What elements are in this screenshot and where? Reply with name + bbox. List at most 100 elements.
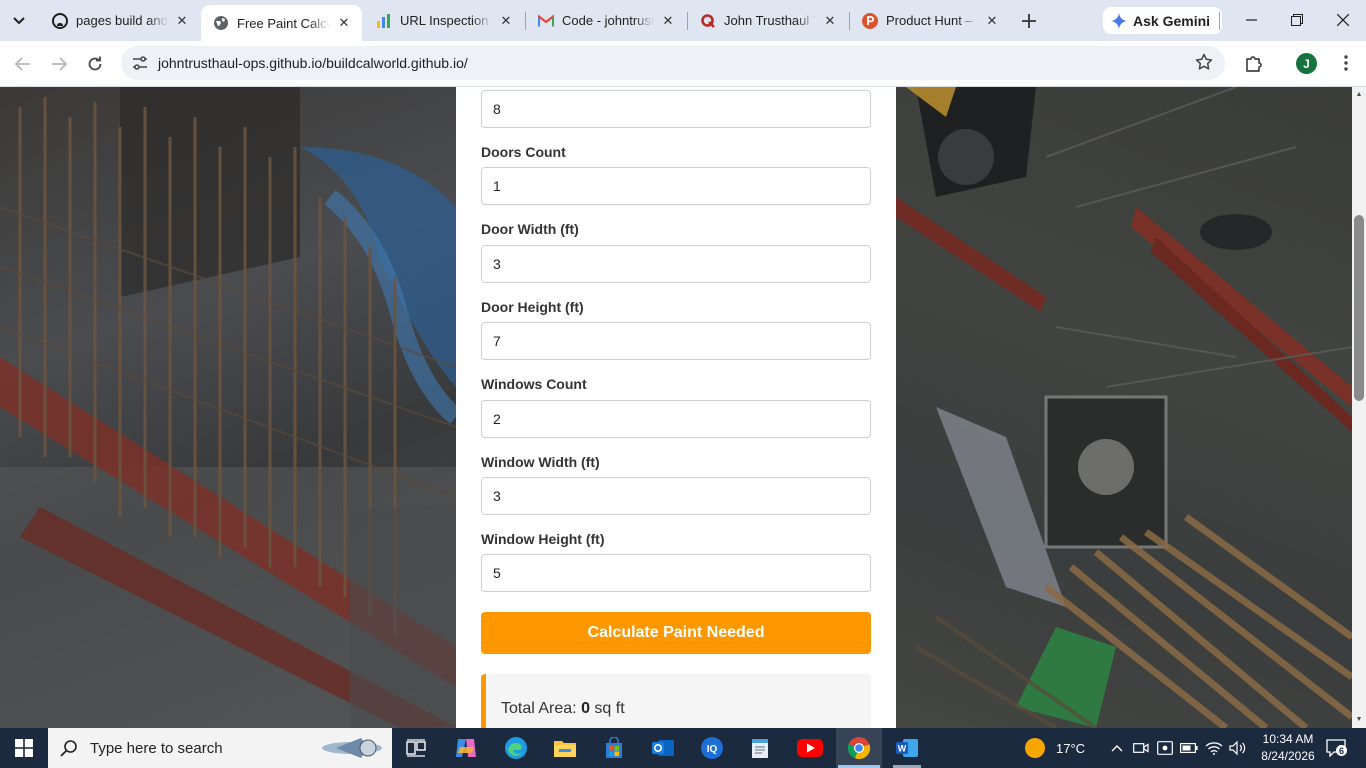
tab-product-hunt[interactable]: Product Hunt – T ✕	[850, 6, 1010, 35]
close-icon[interactable]: ✕	[174, 13, 190, 29]
door-width-label: Door Width (ft)	[481, 221, 579, 237]
word-icon[interactable]: W	[893, 734, 921, 762]
tab-strip: pages build and d ✕ Free Paint Calcula ✕…	[0, 0, 1366, 41]
svg-text:W: W	[898, 744, 907, 754]
task-view-icon[interactable]	[402, 734, 430, 762]
browser-menu-button[interactable]	[1336, 51, 1356, 75]
site-info-button[interactable]	[125, 48, 155, 78]
battery-icon[interactable]	[1180, 728, 1198, 768]
iq-app-icon[interactable]: IQ	[698, 734, 726, 762]
tab-quora[interactable]: John Trusthaul Tr ✕	[688, 6, 848, 35]
notification-count-badge: 6	[1336, 745, 1347, 756]
windows-count-input[interactable]: 2	[481, 400, 871, 438]
clock-time: 10:34 AM	[1262, 732, 1314, 746]
back-button[interactable]	[8, 49, 38, 79]
previous-field-input[interactable]: 8	[481, 90, 871, 128]
search-console-icon	[376, 13, 392, 29]
youtube-icon[interactable]	[796, 734, 824, 762]
outlook-icon[interactable]	[649, 734, 677, 762]
ask-gemini-button[interactable]: Ask Gemini	[1103, 7, 1223, 34]
tab-pages-build[interactable]: pages build and d ✕	[40, 6, 200, 35]
system-clock[interactable]: 10:34 AM 8/24/2026	[1252, 731, 1324, 765]
weather-temperature: 17°C	[1056, 740, 1086, 756]
reload-button[interactable]	[80, 49, 110, 79]
taskbar-search-placeholder: Type here to search	[90, 739, 223, 757]
profile-avatar[interactable]: J	[1296, 53, 1317, 74]
weather-widget[interactable]: 17°C	[1024, 728, 1085, 768]
arrow-right-icon	[52, 57, 67, 71]
close-icon[interactable]: ✕	[498, 13, 514, 29]
tab-search-button[interactable]	[6, 8, 32, 34]
close-window-button[interactable]	[1321, 6, 1365, 34]
volume-icon[interactable]	[1228, 728, 1248, 768]
search-icon	[60, 739, 82, 757]
tab-gmail-code[interactable]: Code - johntrustha ✕	[526, 6, 686, 35]
plus-icon	[1022, 14, 1036, 28]
page-scrollbar[interactable]: ▲ ▼	[1352, 87, 1366, 728]
svg-text:IQ: IQ	[707, 744, 718, 755]
start-button[interactable]	[0, 728, 48, 768]
copilot-icon[interactable]	[452, 734, 480, 762]
door-width-input[interactable]: 3	[481, 245, 871, 283]
close-icon[interactable]: ✕	[336, 15, 352, 31]
chevron-up-icon[interactable]	[1108, 728, 1126, 768]
screen-record-icon[interactable]	[1156, 728, 1174, 768]
restore-button[interactable]	[1275, 6, 1319, 34]
tab-title: Free Paint Calcula	[237, 15, 330, 31]
url-text: johntrusthaul-ops.github.io/buildcalworl…	[158, 55, 468, 71]
scrollbar-thumb[interactable]	[1354, 215, 1364, 401]
arrow-left-icon	[15, 57, 30, 71]
windows-count-label: Windows Count	[481, 376, 587, 392]
taskbar-search-box[interactable]: Type here to search	[48, 728, 392, 768]
file-explorer-icon[interactable]	[551, 734, 579, 762]
total-area-unit: sq ft	[594, 700, 625, 717]
reload-icon	[88, 56, 102, 71]
scroll-down-arrow-icon[interactable]: ▼	[1355, 715, 1363, 723]
chevron-down-icon	[13, 17, 25, 25]
sun-icon	[1025, 738, 1045, 758]
address-bar[interactable]: johntrusthaul-ops.github.io/buildcalworl…	[121, 46, 1225, 80]
windows-logo-icon	[15, 739, 33, 757]
tab-separator	[1219, 12, 1220, 30]
close-icon[interactable]: ✕	[660, 13, 676, 29]
forward-button[interactable]	[44, 49, 74, 79]
paint-calculator-form: 8 Doors Count 1 Door Width (ft) 3 Door H…	[456, 87, 896, 728]
window-width-input[interactable]: 3	[481, 477, 871, 515]
edge-browser-icon[interactable]	[502, 734, 530, 762]
doors-count-input[interactable]: 1	[481, 167, 871, 205]
total-area-line: Total Area: 0 sq ft	[501, 700, 625, 718]
doors-count-label: Doors Count	[481, 144, 566, 160]
tab-title: Product Hunt – T	[886, 13, 978, 28]
wifi-icon[interactable]	[1204, 728, 1224, 768]
meet-now-icon[interactable]	[1132, 728, 1150, 768]
puzzle-icon	[1246, 56, 1262, 72]
extensions-button[interactable]	[1241, 50, 1267, 76]
tab-free-paint-calculator[interactable]: Free Paint Calcula ✕	[201, 5, 362, 41]
kebab-menu-icon	[1344, 55, 1348, 71]
close-icon[interactable]: ✕	[984, 13, 1000, 29]
chrome-icon[interactable]	[845, 734, 873, 762]
browser-toolbar: johntrusthaul-ops.github.io/buildcalworl…	[0, 41, 1366, 87]
microsoft-store-icon[interactable]	[600, 734, 628, 762]
windows-taskbar: Type here to search IQ W 17°C 10:34 AM 8…	[0, 728, 1366, 768]
notification-center-button[interactable]: 6	[1323, 736, 1349, 760]
close-icon[interactable]: ✕	[822, 13, 838, 29]
minimize-button[interactable]	[1229, 6, 1273, 34]
door-height-input[interactable]: 7	[481, 322, 871, 360]
new-tab-button[interactable]	[1017, 9, 1041, 33]
search-highlight-airplane-icon	[322, 738, 382, 758]
scroll-up-arrow-icon[interactable]: ▲	[1355, 90, 1363, 98]
gmail-icon	[538, 13, 554, 29]
notepad-icon[interactable]	[746, 734, 774, 762]
window-height-label: Window Height (ft)	[481, 531, 605, 547]
calculate-paint-button[interactable]: Calculate Paint Needed	[481, 612, 871, 654]
quora-icon	[700, 13, 716, 29]
clock-date: 8/24/2026	[1261, 749, 1315, 763]
tab-url-inspection[interactable]: URL Inspection ✕	[364, 6, 524, 35]
bookmark-star-icon[interactable]	[1195, 53, 1213, 76]
close-icon	[1337, 14, 1349, 26]
product-hunt-icon	[862, 12, 878, 29]
door-height-label: Door Height (ft)	[481, 299, 584, 315]
window-height-input[interactable]: 5	[481, 554, 871, 592]
github-icon	[52, 12, 68, 29]
